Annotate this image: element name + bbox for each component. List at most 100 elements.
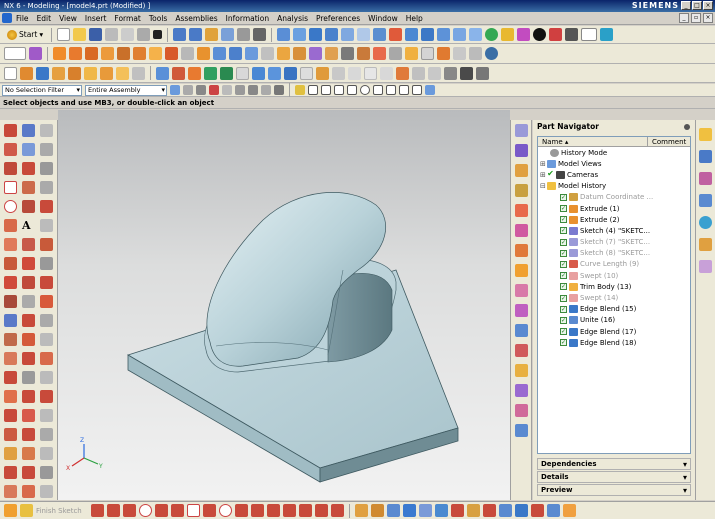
right-view-icon[interactable]	[437, 28, 451, 41]
evaluate-sketch-icon[interactable]	[530, 504, 544, 517]
mirror-curve-icon[interactable]	[298, 504, 312, 517]
start-button[interactable]: Start ▾	[4, 29, 46, 40]
pin-icon[interactable]	[684, 124, 690, 130]
studio-spline-icon[interactable]	[4, 295, 17, 308]
snap-point-icon[interactable]	[295, 85, 305, 95]
menu-window[interactable]: Window	[368, 14, 398, 23]
palette-icon[interactable]	[515, 304, 528, 317]
trim-body-icon[interactable]	[261, 47, 274, 60]
studio-surface-icon[interactable]	[52, 66, 65, 80]
checkbox[interactable]: ✓	[560, 238, 567, 246]
enlarge-icon[interactable]	[332, 66, 345, 80]
associative-copy-icon[interactable]	[40, 181, 53, 194]
extend-icon[interactable]	[330, 504, 344, 517]
control-point-icon[interactable]	[334, 85, 344, 95]
pad-icon[interactable]	[165, 47, 178, 60]
rectangle-icon[interactable]	[186, 504, 200, 517]
finish-sketch-button[interactable]: Finish Sketch	[36, 507, 82, 515]
trim-icon[interactable]	[314, 504, 328, 517]
text-tool-icon[interactable]: A	[22, 219, 35, 232]
layer-settings-icon[interactable]	[29, 47, 42, 60]
point-on-surface-icon[interactable]	[412, 85, 422, 95]
sew-icon[interactable]	[437, 47, 450, 60]
maximize-button[interactable]: □	[692, 1, 702, 10]
resize-blend-icon[interactable]	[699, 216, 712, 229]
tree-node-feature[interactable]: ✓ Sketch (8) "SKETC...	[538, 248, 690, 259]
hole-icon[interactable]	[117, 47, 130, 60]
extension-icon[interactable]	[116, 66, 129, 80]
point-set-icon[interactable]	[40, 162, 53, 175]
part-navigator-icon[interactable]	[515, 144, 528, 157]
face-blend-icon[interactable]	[172, 66, 185, 80]
shell-icon[interactable]	[325, 47, 338, 60]
arc-dimension-icon[interactable]	[22, 181, 35, 194]
checkbox[interactable]: ✓	[560, 272, 567, 280]
simplify-curve-icon[interactable]	[22, 447, 35, 460]
assembly-navigator-icon[interactable]	[515, 124, 528, 137]
select-features-icon[interactable]	[183, 85, 193, 95]
pattern-curve-icon[interactable]	[282, 504, 296, 517]
system-materials-icon[interactable]	[515, 224, 528, 237]
curve-rule-icon[interactable]	[209, 85, 219, 95]
mirror-geometry-icon[interactable]	[22, 409, 35, 422]
checkbox[interactable]: ✓	[560, 260, 567, 268]
through-curves-icon[interactable]	[20, 66, 33, 80]
law-curve-icon[interactable]	[40, 352, 53, 365]
shaded-icon[interactable]	[485, 28, 499, 41]
curve-length-icon[interactable]	[4, 447, 17, 460]
column-name-header[interactable]: Name ▴	[538, 137, 648, 146]
tree-node-feature[interactable]: ✓ Swept (14)	[538, 292, 690, 303]
edge-blend-icon[interactable]	[277, 47, 290, 60]
expressions-icon[interactable]	[515, 344, 528, 357]
model-view[interactable]: Z X Y	[58, 110, 510, 500]
chamfer-sketch-icon[interactable]	[4, 238, 17, 251]
global-shaping-icon[interactable]	[380, 66, 393, 80]
delay-evaluation-icon[interactable]	[514, 504, 528, 517]
offset-in-face-icon[interactable]	[22, 352, 35, 365]
minimize-button[interactable]: _	[681, 1, 691, 10]
equals-icon[interactable]	[253, 28, 267, 41]
tree-node-cameras[interactable]: ⊞ ✔ Cameras	[538, 169, 690, 180]
doc-close-button[interactable]: ×	[703, 13, 713, 23]
tree-node-history-mode[interactable]: History Mode	[538, 147, 690, 158]
unite-icon[interactable]	[213, 47, 226, 60]
copy-icon[interactable]	[121, 28, 135, 41]
sketch-icon[interactable]	[53, 47, 66, 60]
draft-analysis-icon[interactable]	[476, 66, 489, 80]
bridge-curve-icon[interactable]	[4, 466, 17, 479]
section-analysis-icon[interactable]	[460, 66, 473, 80]
boss-icon[interactable]	[133, 47, 146, 60]
tree-node-feature[interactable]: ✓ Unite (16)	[538, 315, 690, 326]
shaded-curve-icon[interactable]	[40, 428, 53, 441]
sketch-icon[interactable]	[4, 504, 17, 517]
checkbox[interactable]: ✓	[560, 316, 567, 324]
point-icon[interactable]	[4, 409, 17, 422]
arc-icon[interactable]	[122, 504, 136, 517]
menu-tools[interactable]: Tools	[149, 14, 167, 23]
studio-spline-icon[interactable]	[234, 504, 248, 517]
checkbox[interactable]: ✓	[560, 249, 567, 257]
web-browser-icon[interactable]	[515, 204, 528, 217]
offset-curve-icon[interactable]	[266, 504, 280, 517]
pattern-icon[interactable]	[373, 47, 386, 60]
pattern-curve-icon[interactable]	[22, 257, 35, 270]
finish-flag-icon[interactable]	[20, 504, 33, 517]
silhouette-icon[interactable]	[40, 314, 53, 327]
synchronous-icon[interactable]	[699, 172, 712, 185]
i-form-icon[interactable]	[316, 66, 329, 80]
selection-icon[interactable]	[221, 28, 235, 41]
process-studio-icon[interactable]	[515, 244, 528, 257]
settings-icon[interactable]	[600, 28, 614, 41]
column-comment-header[interactable]: Comment	[648, 137, 686, 146]
face-curvature-icon[interactable]	[428, 66, 441, 80]
blank-page-icon[interactable]	[4, 66, 17, 80]
knowledge-icon[interactable]	[515, 384, 528, 397]
replace-face-icon[interactable]	[699, 194, 712, 207]
open-folder-icon[interactable]	[73, 28, 87, 41]
untrim-icon[interactable]	[284, 66, 297, 80]
datum-axis-icon[interactable]	[421, 47, 434, 60]
fit-view-icon[interactable]	[277, 28, 291, 41]
visual-report-icon[interactable]	[515, 364, 528, 377]
move-object-icon[interactable]	[40, 200, 53, 213]
perspective-icon[interactable]	[357, 28, 371, 41]
